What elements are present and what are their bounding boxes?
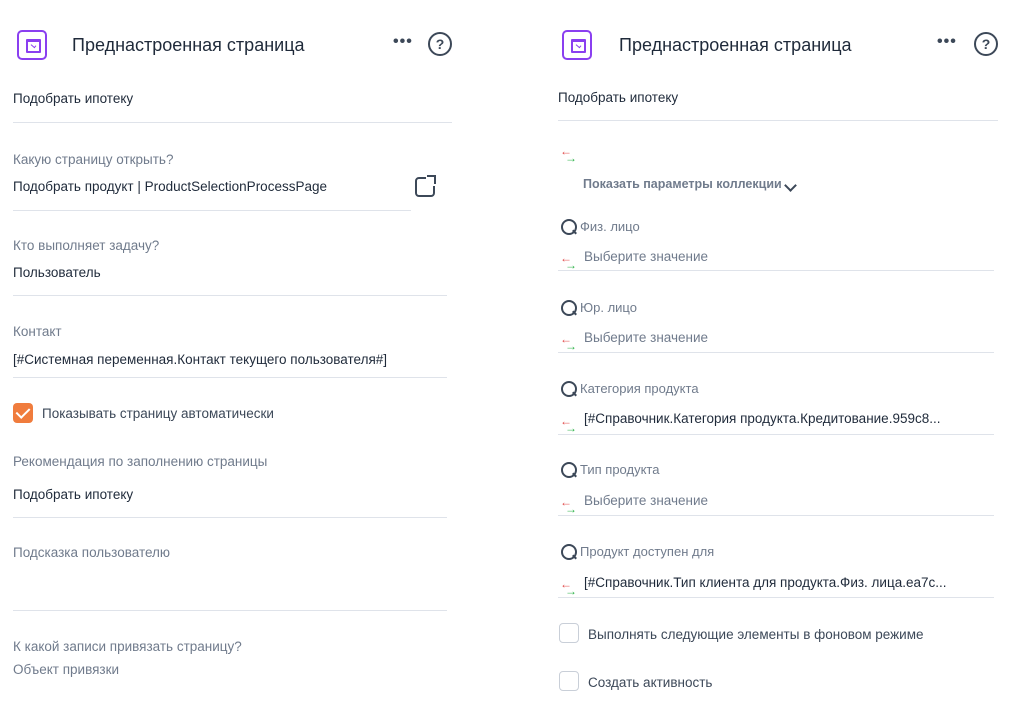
swap-arrows-icon[interactable]: ← → xyxy=(560,145,578,164)
page-to-open-field[interactable]: Подобрать продукт | ProductSelectionProc… xyxy=(13,179,327,194)
binding-field[interactable]: Объект привязки xyxy=(13,662,119,677)
executor-label: Кто выполняет задачу? xyxy=(13,238,160,253)
recommendation-label: Рекомендация по заполнению страницы xyxy=(13,454,268,469)
auto-show-label: Показывать страницу автоматически xyxy=(42,406,274,421)
param-label: Тип продукта xyxy=(580,462,660,477)
panel-header: Преднастроенная страница ••• ? xyxy=(545,28,1024,62)
divider xyxy=(558,352,994,353)
help-icon[interactable]: ? xyxy=(974,32,998,56)
recommendation-field[interactable]: Подобрать ипотеку xyxy=(13,487,133,502)
swap-arrows-icon[interactable]: ← → xyxy=(560,252,578,271)
contact-field[interactable]: [#Системная переменная.Контакт текущего … xyxy=(13,352,387,367)
divider xyxy=(558,270,994,271)
binding-label: К какой записи привязать страницу? xyxy=(13,639,242,654)
more-icon[interactable]: ••• xyxy=(937,33,957,51)
param-label: Категория продукта xyxy=(580,381,699,396)
search-icon[interactable] xyxy=(561,300,577,316)
divider xyxy=(13,517,447,518)
param-label: Физ. лицо xyxy=(580,219,640,234)
auto-show-checkbox[interactable] xyxy=(13,403,33,423)
hint-label: Подсказка пользователю xyxy=(13,545,171,560)
help-icon[interactable]: ? xyxy=(428,32,452,56)
contact-label: Контакт xyxy=(13,324,62,339)
panel-title: Преднастроенная страница xyxy=(619,35,852,55)
param-value-field[interactable]: [#Справочник.Категория продукта.Кредитов… xyxy=(584,411,940,426)
divider xyxy=(558,515,994,516)
show-collection-params-link[interactable]: Показать параметры коллекции xyxy=(583,177,782,191)
background-mode-label: Выполнять следующие элементы в фоновом р… xyxy=(588,627,924,642)
panel-title: Преднастроенная страница xyxy=(72,35,305,55)
page-icon xyxy=(17,30,47,60)
param-label: Юр. лицо xyxy=(580,300,637,315)
page-icon xyxy=(562,30,592,60)
create-activity-checkbox[interactable] xyxy=(559,671,579,691)
divider xyxy=(13,295,447,296)
page-to-open-label: Какую страницу открыть? xyxy=(13,152,174,167)
search-icon[interactable] xyxy=(561,462,577,478)
swap-arrows-icon[interactable]: ← → xyxy=(560,415,578,434)
divider xyxy=(13,210,411,211)
create-activity-label: Создать активность xyxy=(588,675,713,690)
param-value-field[interactable]: Выберите значение xyxy=(584,249,708,264)
param-value-field[interactable]: [#Справочник.Тип клиента для продукта.Фи… xyxy=(584,575,947,590)
search-icon[interactable] xyxy=(561,544,577,560)
divider xyxy=(558,434,994,435)
external-link-icon[interactable] xyxy=(415,175,437,197)
divider xyxy=(558,597,994,598)
swap-arrows-icon[interactable]: ← → xyxy=(560,496,578,515)
swap-arrows-icon[interactable]: ← → xyxy=(560,333,578,352)
divider xyxy=(13,122,452,123)
chevron-down-icon[interactable] xyxy=(784,179,797,192)
search-icon[interactable] xyxy=(561,381,577,397)
divider xyxy=(13,610,447,611)
search-icon[interactable] xyxy=(561,219,577,235)
param-label: Продукт доступен для xyxy=(580,544,715,559)
more-icon[interactable]: ••• xyxy=(393,33,413,51)
divider xyxy=(13,377,447,378)
page-name-field[interactable]: Подобрать ипотеку xyxy=(558,90,678,105)
swap-arrows-icon[interactable]: ← → xyxy=(560,578,578,597)
panel-header: Преднастроенная страница ••• ? xyxy=(0,28,470,62)
param-value-field[interactable]: Выберите значение xyxy=(584,330,708,345)
right-panel: Преднастроенная страница ••• ? Подобрать… xyxy=(545,0,1024,707)
page-name-field[interactable]: Подобрать ипотеку xyxy=(13,91,133,106)
left-panel: Преднастроенная страница ••• ? Подобрать… xyxy=(0,0,470,707)
divider xyxy=(558,120,998,121)
executor-field[interactable]: Пользователь xyxy=(13,265,101,280)
background-mode-checkbox[interactable] xyxy=(559,623,579,643)
param-value-field[interactable]: Выберите значение xyxy=(584,493,708,508)
